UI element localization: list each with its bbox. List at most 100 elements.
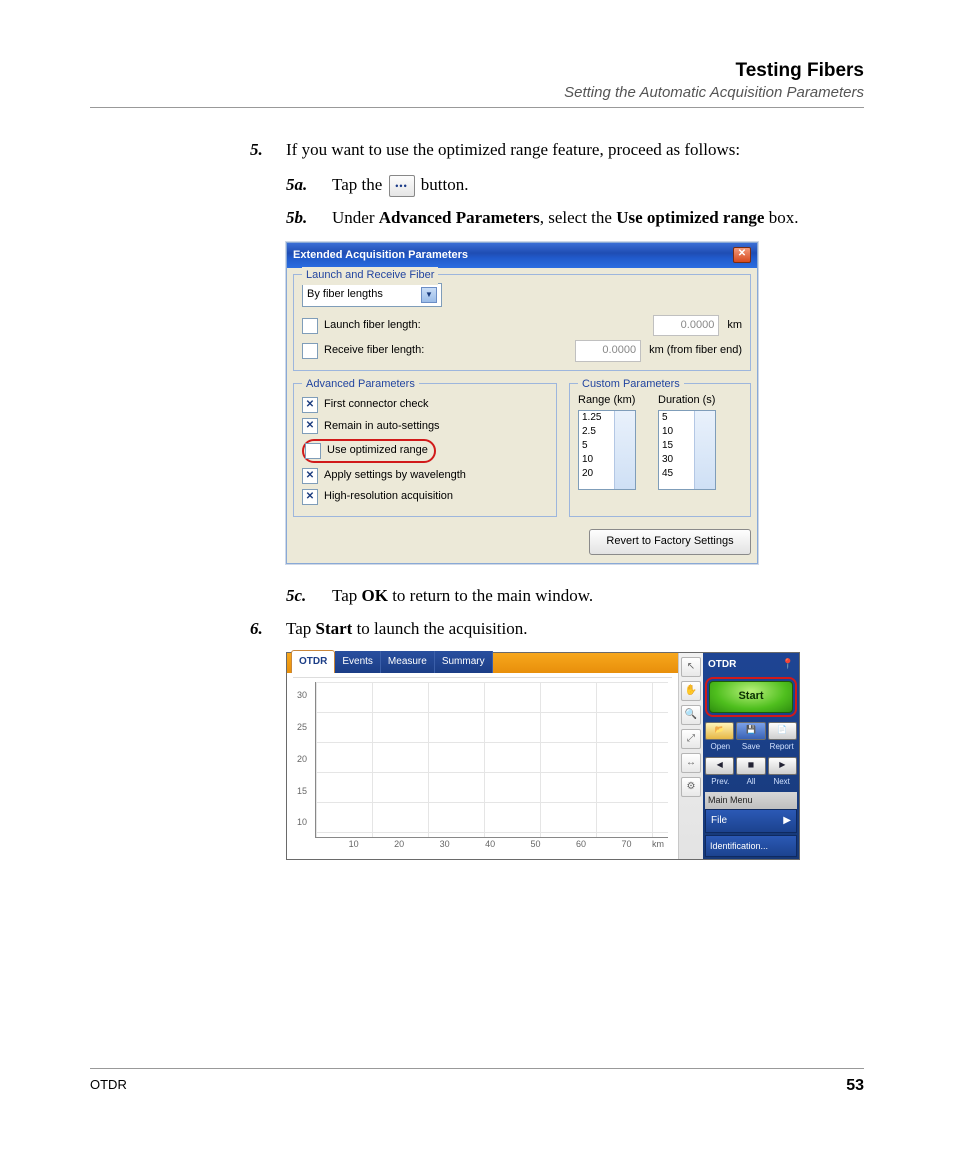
start-button[interactable]: Start — [709, 681, 793, 713]
launch-length-input[interactable]: 0.0000 — [653, 315, 719, 337]
optimized-range-highlight: Use optimized range — [302, 439, 436, 463]
y-tick: 15 — [297, 783, 307, 797]
start-highlight: Start — [705, 677, 797, 717]
duration-header: Duration (s) — [658, 392, 728, 410]
page-number: 53 — [846, 1077, 864, 1095]
identification-menu-item[interactable]: Identification... — [705, 835, 797, 857]
chevron-down-icon[interactable]: ▼ — [421, 287, 437, 303]
tab-summary[interactable]: Summary — [435, 651, 493, 673]
dropdown-value: By fiber lengths — [307, 286, 383, 304]
zoom-tool-icon[interactable]: 🔍 — [681, 705, 701, 725]
x-tick: 70 — [622, 837, 632, 851]
step-6-bold: Start — [316, 619, 353, 638]
x-tick: 10 — [349, 837, 359, 851]
report-button-icon[interactable]: 📄 — [768, 722, 797, 740]
side-panel-title: OTDR — [708, 657, 736, 673]
step-5b-number: 5b. — [286, 204, 332, 231]
save-label: Save — [736, 741, 767, 754]
duration-listbox[interactable]: 5 10 15 30 45 — [658, 410, 716, 490]
tab-otdr[interactable]: OTDR — [291, 650, 335, 673]
page-chapter-title: Testing Fibers — [90, 60, 864, 82]
step-5-number: 5. — [250, 136, 286, 163]
apply-by-wavelength-label: Apply settings by wavelength — [324, 467, 466, 485]
step-5c-post: to return to the main window. — [388, 586, 593, 605]
step-5-text: If you want to use the optimized range f… — [286, 136, 740, 163]
y-tick: 20 — [297, 752, 307, 766]
high-res-label: High-resolution acquisition — [324, 488, 453, 506]
step-5b-bold1: Advanced Parameters — [379, 208, 540, 227]
all-label: All — [736, 776, 767, 789]
all-button-icon[interactable]: ◼ — [736, 757, 765, 775]
first-connector-checkbox[interactable] — [302, 397, 318, 413]
file-label: File — [711, 813, 727, 829]
x-unit: km — [652, 837, 664, 851]
optimized-range-checkbox[interactable] — [305, 443, 321, 459]
step-6-post: to launch the acquisition. — [352, 619, 527, 638]
step-5c-text: Tap OK to return to the main window. — [332, 582, 593, 609]
x-tick: 60 — [576, 837, 586, 851]
high-res-checkbox[interactable] — [302, 489, 318, 505]
launch-group-title: Launch and Receive Fiber — [302, 267, 438, 285]
header-rule — [90, 107, 864, 108]
hand-tool-icon[interactable]: ✋ — [681, 681, 701, 701]
scrollbar[interactable] — [614, 411, 635, 489]
tab-measure[interactable]: Measure — [381, 651, 435, 673]
prev-label: Prev. — [705, 776, 736, 789]
x-tick: 20 — [394, 837, 404, 851]
first-connector-label: First connector check — [324, 396, 429, 414]
tab-events[interactable]: Events — [335, 651, 381, 673]
optimized-range-label: Use optimized range — [327, 442, 428, 460]
advanced-group-title: Advanced Parameters — [302, 376, 419, 394]
footer-product: OTDR — [90, 1077, 127, 1095]
auto-settings-label: Remain in auto-settings — [324, 418, 440, 436]
fit-tool-icon[interactable]: ⤢ — [681, 729, 701, 749]
launch-length-checkbox[interactable] — [302, 318, 318, 334]
pointer-tool-icon[interactable]: ↖ — [681, 657, 701, 677]
auto-settings-checkbox[interactable] — [302, 418, 318, 434]
measure-tool-icon[interactable]: ↔ — [681, 753, 701, 773]
step-5b-pre: Under — [332, 208, 379, 227]
x-tick: 40 — [485, 837, 495, 851]
custom-group-title: Custom Parameters — [578, 376, 684, 394]
save-button-icon[interactable]: 💾 — [736, 722, 765, 740]
close-icon[interactable]: ✕ — [733, 247, 751, 263]
y-tick: 10 — [297, 815, 307, 829]
next-button-icon[interactable]: ▶ — [768, 757, 797, 775]
open-button-icon[interactable]: 📂 — [705, 722, 734, 740]
x-tick: 30 — [440, 837, 450, 851]
scrollbar[interactable] — [694, 411, 715, 489]
launch-length-unit: km — [727, 317, 742, 335]
step-5c-number: 5c. — [286, 582, 332, 609]
step-5b-text: Under Advanced Parameters, select the Us… — [332, 204, 798, 231]
apply-by-wavelength-checkbox[interactable] — [302, 468, 318, 484]
settings-tool-icon[interactable]: ⚙ — [681, 777, 701, 797]
x-tick: 50 — [531, 837, 541, 851]
step-5b-post: box. — [764, 208, 798, 227]
next-label: Next — [766, 776, 797, 789]
launch-length-label: Launch fiber length: — [324, 317, 421, 335]
dialog-title: Extended Acquisition Parameters — [293, 247, 468, 265]
file-menu-item[interactable]: File ▶ — [705, 809, 797, 833]
step-5a-post: button. — [421, 175, 469, 194]
revert-factory-button[interactable]: Revert to Factory Settings — [589, 529, 751, 555]
otdr-plot-area: 30 25 20 15 10 10 20 30 40 50 60 70 km — [293, 677, 672, 854]
fiber-length-mode-dropdown[interactable]: By fiber lengths ▼ — [302, 283, 442, 307]
side-panel: OTDR 📍 Start 📂 💾 📄 Open Save Repor — [703, 653, 799, 859]
step-5b-bold2: Use optimized range — [616, 208, 764, 227]
receive-length-input[interactable]: 0.0000 — [575, 340, 641, 362]
step-6-number: 6. — [250, 615, 286, 642]
y-tick: 25 — [297, 720, 307, 734]
range-listbox[interactable]: 1.25 2.5 5 10 20 — [578, 410, 636, 490]
pin-icon[interactable]: 📍 — [782, 657, 794, 673]
otdr-app-screenshot: OTDR Events Measure Summary 30 25 20 15 … — [286, 652, 800, 860]
receive-length-label: Receive fiber length: — [324, 342, 424, 360]
y-tick: 30 — [297, 688, 307, 702]
receive-length-checkbox[interactable] — [302, 343, 318, 359]
chevron-right-icon: ▶ — [783, 813, 791, 829]
step-5c-pre: Tap — [332, 586, 362, 605]
extended-params-dialog: Extended Acquisition Parameters ✕ Launch… — [286, 242, 758, 564]
open-label: Open — [705, 741, 736, 754]
ellipsis-icon-button[interactable]: ••• — [389, 175, 415, 197]
prev-button-icon[interactable]: ◀ — [705, 757, 734, 775]
range-header: Range (km) — [578, 392, 648, 410]
